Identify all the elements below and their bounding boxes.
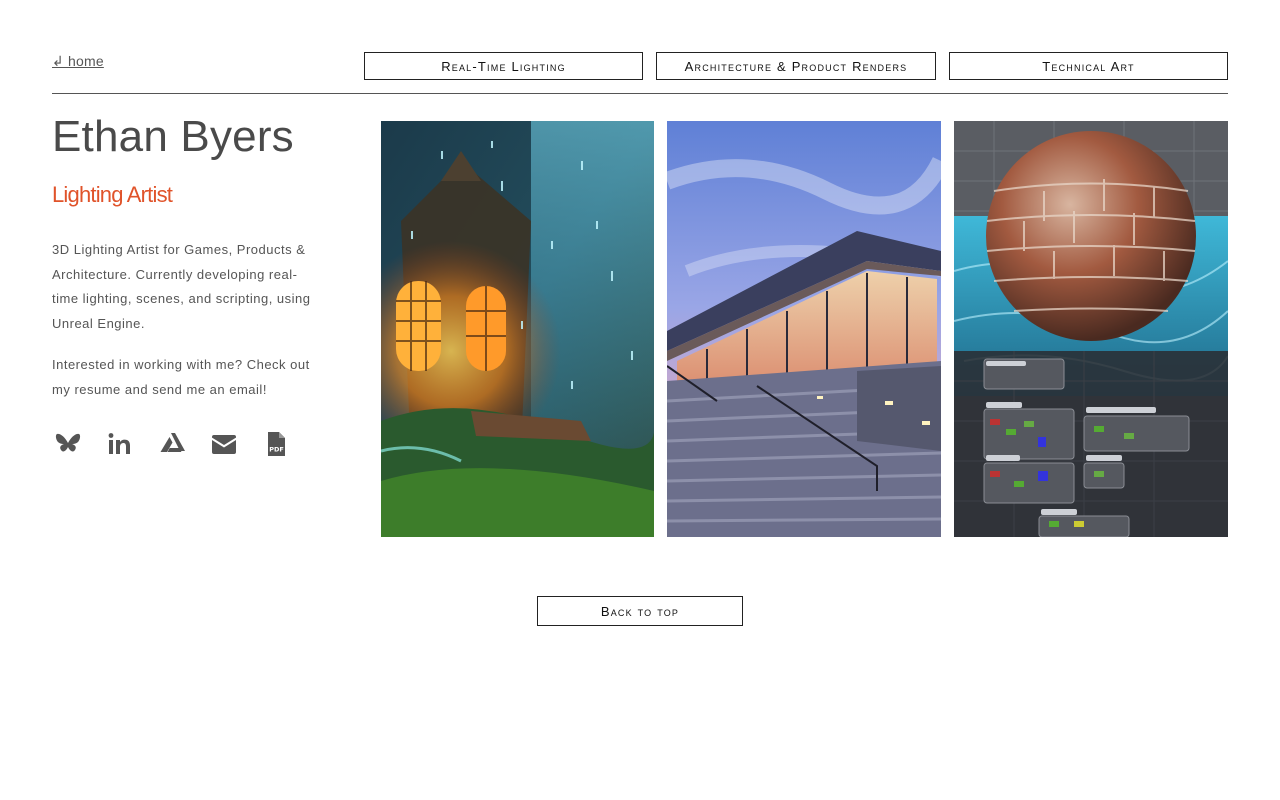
artist-role: Lighting Artist — [52, 182, 173, 207]
social-links: PDF — [52, 428, 312, 460]
artist-name: Ethan Byers — [52, 112, 294, 161]
nav-technical-art-button[interactable]: Technical Art — [949, 52, 1228, 80]
artstation-icon[interactable] — [156, 428, 188, 460]
back-to-top-button[interactable]: Back to top — [537, 596, 743, 626]
contact-paragraph: Interested in working with me? Check out… — [52, 357, 310, 397]
pdf-label: PDF — [269, 446, 284, 454]
modern-pavilion-stairs-render[interactable] — [667, 121, 941, 537]
nav-real-time-lighting-button[interactable]: Real-Time Lighting — [364, 52, 643, 80]
bluesky-icon[interactable] — [52, 428, 84, 460]
header-divider — [52, 93, 1228, 94]
bio-paragraph: 3D Lighting Artist for Games, Products &… — [52, 242, 311, 331]
envelope-icon[interactable] — [208, 428, 240, 460]
home-link[interactable]: ↲ home — [52, 53, 104, 70]
pdf-resume-icon[interactable]: PDF — [260, 428, 292, 460]
linkedin-icon[interactable] — [104, 428, 136, 460]
brick-sphere-water-material-graph[interactable] — [954, 121, 1228, 537]
fantasy-hut-lighting-render[interactable] — [381, 121, 654, 537]
nav-architecture-product-renders-button[interactable]: Architecture & Product Renders — [656, 52, 936, 80]
